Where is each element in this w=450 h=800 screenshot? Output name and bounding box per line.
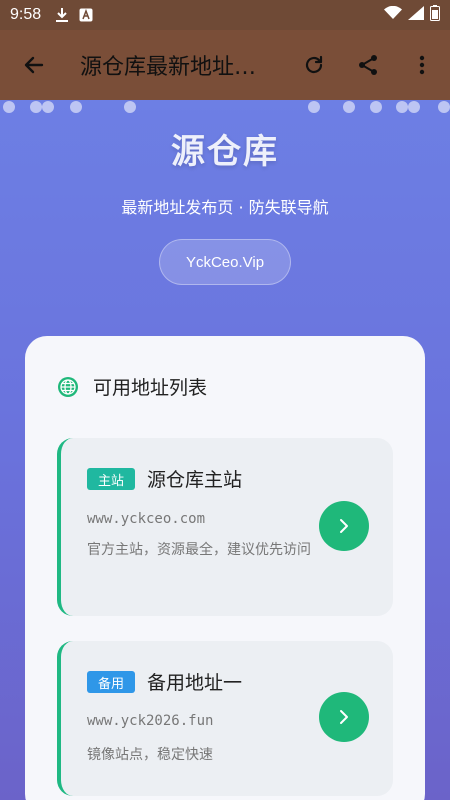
address-item-main[interactable]: 主站 源仓库主站 www.yckceo.com 官方主站，资源最全，建议优先访问 bbox=[57, 438, 393, 616]
clock: 9:58 bbox=[10, 6, 42, 23]
address-item-url: www.yck2026.fun bbox=[87, 713, 214, 729]
address-item-description: 官方主站，资源最全，建议优先访问 bbox=[87, 542, 311, 558]
app-toolbar: 源仓库最新地址发布页 bbox=[0, 30, 450, 100]
download-icon bbox=[53, 6, 71, 24]
more-options-button[interactable] bbox=[400, 43, 444, 87]
share-button[interactable] bbox=[346, 43, 390, 87]
address-item-title: 备用地址一 bbox=[147, 672, 243, 694]
share-icon bbox=[359, 55, 377, 75]
address-list-header: 可用地址列表 bbox=[57, 373, 207, 400]
reload-icon bbox=[305, 55, 323, 74]
address-list-title: 可用地址列表 bbox=[93, 377, 208, 399]
reload-button[interactable] bbox=[292, 43, 336, 87]
address-item-backup-1[interactable]: 备用 备用地址一 www.yck2026.fun 镜像站点，稳定快速 bbox=[57, 641, 393, 796]
signal-icon bbox=[408, 6, 424, 24]
wifi-icon bbox=[384, 5, 402, 24]
globe-icon bbox=[58, 376, 78, 397]
address-item-description: 镜像站点，稳定快速 bbox=[87, 747, 213, 763]
more-vert-icon bbox=[419, 55, 425, 75]
site-subtitle: 最新地址发布页 · 防失联导航 bbox=[121, 198, 329, 217]
back-arrow-icon bbox=[24, 56, 44, 74]
open-main-site-button[interactable] bbox=[319, 501, 369, 551]
chevron-right-icon bbox=[340, 710, 348, 724]
page-title: 源仓库最新地址发布页 bbox=[80, 55, 262, 80]
battery-icon bbox=[430, 5, 440, 25]
font-app-icon bbox=[77, 6, 95, 24]
address-list-card: 可用地址列表 主站 源仓库主站 www.yckceo.com 官方主站，资源最全… bbox=[25, 336, 425, 800]
status-bar: 9:58 bbox=[0, 0, 450, 30]
address-item-title: 源仓库主站 bbox=[147, 469, 243, 491]
backup-badge: 备用 bbox=[87, 671, 135, 693]
main-site-badge: 主站 bbox=[87, 468, 135, 490]
domain-badge[interactable]: YckCeo.Vip bbox=[159, 239, 291, 285]
site-title: 源仓库 bbox=[171, 132, 279, 172]
page-content: 源仓库 最新地址发布页 · 防失联导航 YckCeo.Vip 可用地址列表 主站… bbox=[0, 100, 450, 800]
back-button[interactable] bbox=[12, 43, 56, 87]
decorative-dots bbox=[0, 100, 450, 114]
address-item-url: www.yckceo.com bbox=[87, 511, 206, 527]
open-backup-site-button[interactable] bbox=[319, 692, 369, 742]
chevron-right-icon bbox=[340, 519, 348, 533]
